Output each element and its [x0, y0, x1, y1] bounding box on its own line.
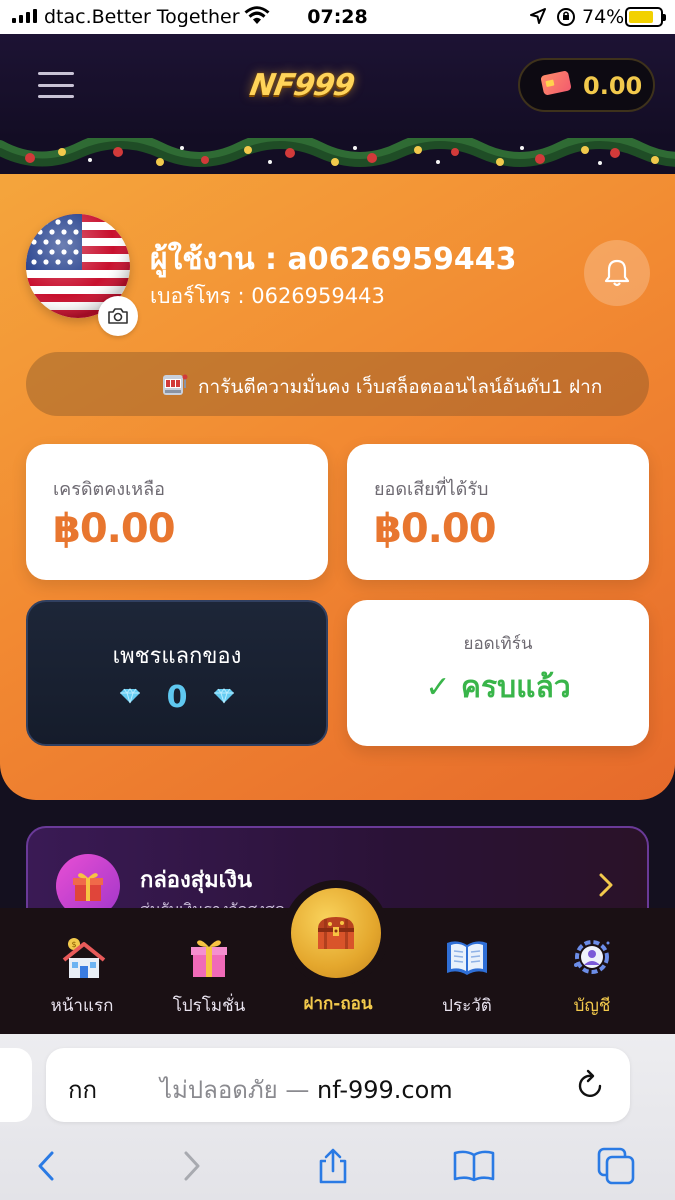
nav-account[interactable]: บัญชี [527, 908, 657, 1034]
turnover-card: ยอดเทิร์น ✓ ครบแล้ว [347, 600, 649, 746]
diamond-icon [213, 687, 235, 708]
battery-percent: 74% [582, 6, 625, 28]
announcement-text: การันตีความมั่นคง เว็บสล็อตออนไลน์อันดับ… [198, 376, 603, 398]
nav-home-label: หน้าแรก [50, 996, 114, 1016]
christmas-garland [0, 138, 675, 174]
svg-text:$: $ [71, 940, 76, 949]
location-icon [530, 8, 546, 28]
slot-machine-icon [160, 370, 188, 398]
browser-toolbar: กก ไม่ปลอดภัย — nf-999.com [0, 1034, 675, 1200]
camera-icon[interactable] [98, 296, 138, 336]
site-logo[interactable]: NF999 [245, 56, 359, 114]
forward-icon[interactable] [170, 1144, 214, 1188]
domain-text: nf-999.com [316, 1076, 453, 1104]
treasure-chest-icon [291, 888, 381, 978]
nav-home[interactable]: $ หน้าแรก [17, 908, 147, 1034]
profile-panel: ผู้ใช้งาน : a0626959443 เบอร์โทร : 06269… [0, 174, 675, 800]
diamond-icon [119, 687, 141, 708]
home-icon: $ [52, 932, 112, 982]
bookmarks-icon[interactable] [452, 1144, 496, 1188]
loss-label: ยอดเสียที่ได้รับ [374, 479, 489, 500]
tabs-icon[interactable] [594, 1144, 638, 1188]
wallet-balance-button[interactable]: 0.00 [518, 58, 655, 112]
announcement-marquee: การันตีความมั่นคง เว็บสล็อตออนไลน์อันดับ… [26, 352, 649, 416]
share-icon[interactable] [311, 1144, 355, 1188]
nav-history-label: ประวัติ [442, 996, 492, 1016]
back-icon[interactable] [24, 1144, 68, 1188]
chevron-right-icon [598, 872, 614, 902]
top-navigation: NF999 0.00 [0, 34, 675, 138]
nav-promotion-label: โปรโมชั่น [172, 996, 246, 1016]
battery-charging-icon [625, 7, 666, 27]
credit-card-icon [540, 70, 572, 96]
promo-title: กล่องสุ่มเงิน [140, 868, 252, 893]
diamond-count: 0 [166, 680, 188, 715]
bell-icon[interactable] [584, 240, 650, 306]
previous-tab-stub[interactable] [0, 1048, 32, 1122]
address-bar[interactable]: กก ไม่ปลอดภัย — nf-999.com [46, 1048, 630, 1122]
nav-promotion[interactable]: โปรโมชั่น [144, 908, 274, 1034]
phone-number: เบอร์โทร : 0626959443 [150, 284, 385, 308]
credit-balance-card: เครดิตคงเหลือ ฿0.00 [26, 444, 328, 580]
wallet-amount: 0.00 [583, 72, 643, 100]
nav-history[interactable]: ประวัติ [402, 908, 532, 1034]
loss-value: ฿0.00 [374, 506, 497, 552]
turnover-status: ✓ ครบแล้ว [425, 670, 571, 705]
credit-label: เครดิตคงเหลือ [53, 479, 165, 500]
diamond-label: เพชรแลกของ [112, 644, 242, 669]
diamond-exchange-card[interactable]: เพชรแลกของ 0 [26, 600, 328, 746]
hamburger-icon[interactable] [38, 72, 74, 98]
username: ผู้ใช้งาน : a0626959443 [150, 242, 517, 277]
reload-icon[interactable] [576, 1068, 606, 1104]
user-gear-icon [562, 932, 622, 982]
loss-rebate-card: ยอดเสียที่ได้รับ ฿0.00 [347, 444, 649, 580]
url-text: ไม่ปลอดภัย — nf-999.com [160, 1070, 453, 1109]
rotation-lock-icon [556, 7, 576, 31]
insecure-label: ไม่ปลอดภัย — [160, 1076, 310, 1104]
nav-deposit-withdraw[interactable] [283, 880, 389, 986]
nav-deposit-label: ฝาก-ถอน [303, 994, 373, 1014]
reader-options-button[interactable]: กก [68, 1070, 97, 1109]
status-bar: dtac.Better Together 07:28 74% [0, 0, 675, 34]
logo-text: NF999 [247, 67, 357, 103]
nav-account-label: บัญชี [573, 996, 611, 1016]
gift-icon [179, 932, 239, 982]
credit-value: ฿0.00 [53, 506, 176, 552]
book-icon [437, 932, 497, 982]
turnover-label: ยอดเทิร์น [463, 634, 533, 654]
